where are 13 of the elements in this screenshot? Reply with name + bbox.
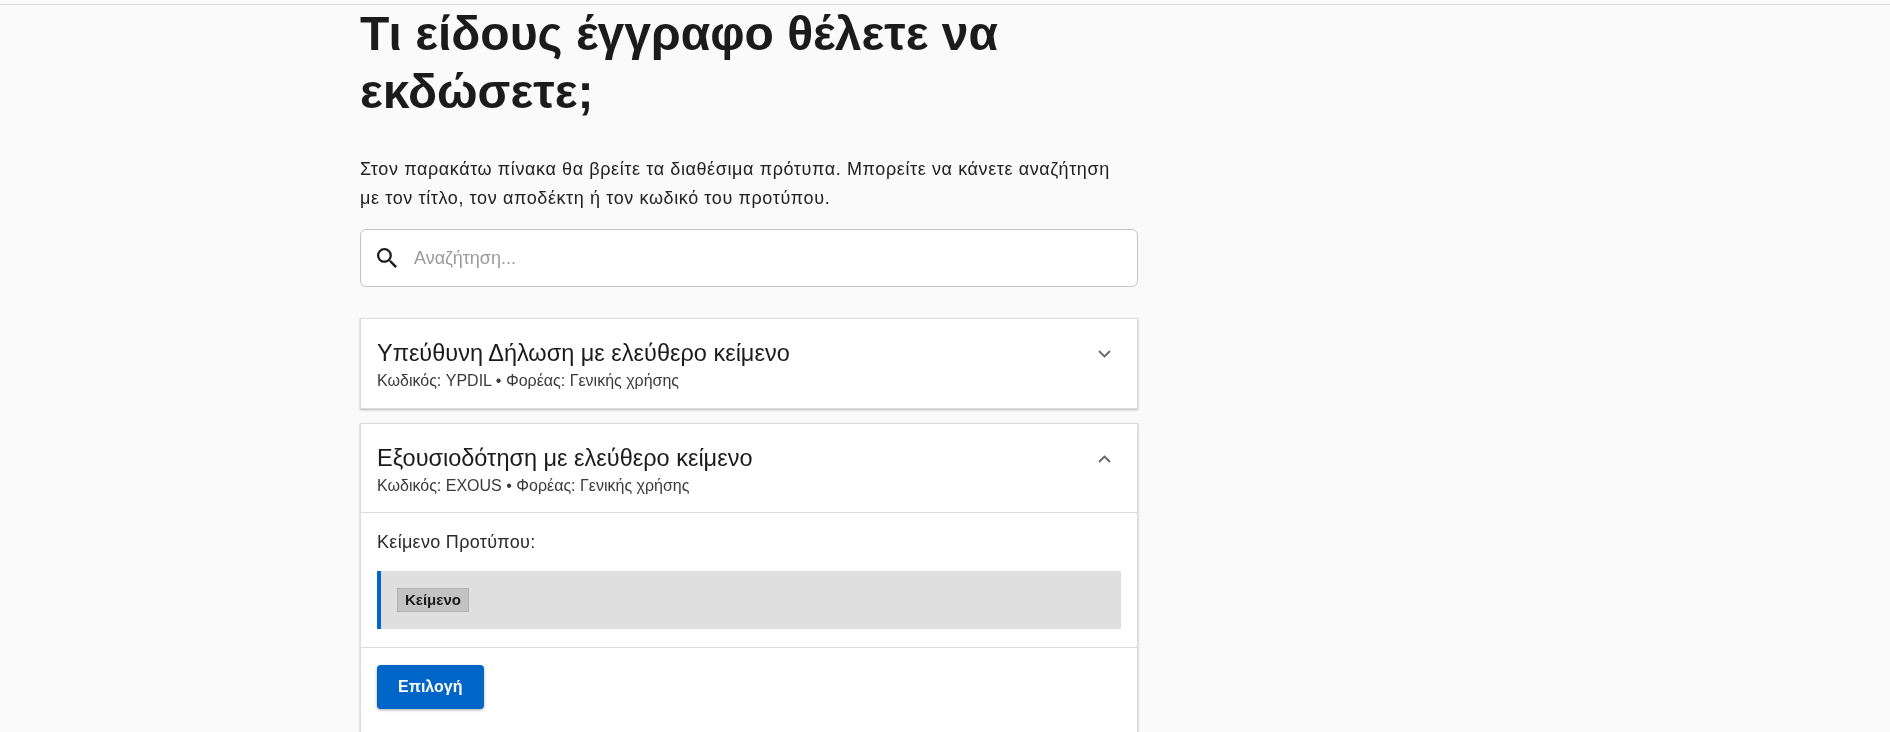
intro-paragraph: Στον παρακάτω πίνακα θα βρείτε τα διαθέσιμα πρότυπα. Μπορείτε να κάνετε αναζήτηση με τον τίτλο, τον αποδέκτη ή τον κωδικό του προτύπου. [360, 158, 1111, 210]
template-text-label: Κείμενο Προτύπου: [377, 531, 536, 554]
template-meta: Κωδικός: EXOUS • Φορέας: Γενικής χρήσης [377, 476, 690, 496]
page-heading: Τι είδους έγγραφο θέλετε να εκδώσετε; [360, 6, 999, 120]
chevron-up-icon[interactable] [1098, 455, 1111, 463]
search-field[interactable]: Αναζήτηση... [360, 229, 1138, 287]
template-title: Υπεύθυνη Δήλωση με ελεύθερο κείμενο [377, 339, 790, 368]
search-icon [377, 248, 397, 268]
select-button[interactable]: Επιλογή [377, 665, 484, 709]
template-field-tag: Κείμενο [397, 588, 469, 612]
template-meta: Κωδικός: YPDIL • Φορέας: Γενικής χρήσης [377, 371, 680, 391]
chevron-down-icon[interactable] [1098, 350, 1111, 358]
template-title: Εξουσιοδότηση με ελεύθερο κείμενο [377, 444, 753, 473]
